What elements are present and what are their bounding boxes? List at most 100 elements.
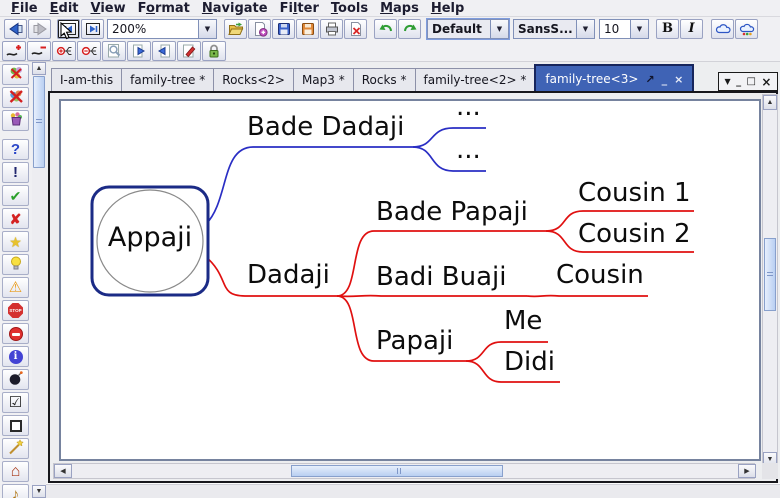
tab-rocks-2[interactable]: Rocks<2> — [213, 68, 294, 92]
menu-help[interactable]: Help — [425, 1, 470, 16]
node-dots-1[interactable]: ... — [456, 99, 481, 121]
new-child-node-button[interactable] — [2, 41, 26, 61]
tab-i-am-this[interactable]: I-am-this — [51, 68, 122, 92]
menu-navigate[interactable]: Navigate — [196, 1, 274, 16]
sidebar-remove-all-icons-button[interactable] — [2, 87, 29, 108]
map-canvas[interactable]: Appaji Bade Dadaji ... ... Dadaji Bade P… — [59, 99, 761, 461]
unfold-all-button[interactable] — [52, 41, 76, 61]
save-as-button[interactable] — [296, 19, 319, 39]
horizontal-scrollbar[interactable]: ◀ ▶ — [53, 463, 755, 479]
node-bade-dadaji[interactable]: Bade Dadaji — [247, 114, 404, 141]
cloud-color-button[interactable] — [735, 19, 758, 39]
edit-long-node-button[interactable] — [177, 41, 201, 61]
forward-node-button[interactable] — [127, 41, 151, 61]
style-dropdown-arrow[interactable]: ▼ — [490, 20, 508, 38]
cloud-button[interactable] — [711, 19, 734, 39]
font-size-combobox[interactable]: 10 ▼ — [599, 19, 649, 39]
menu-file[interactable]: File — [5, 1, 44, 16]
sidebar-star-button[interactable]: ★ — [2, 231, 29, 252]
frame-minimize-icon[interactable]: _ — [736, 77, 741, 87]
tab-family-tree-3-active[interactable]: family-tree<3> ↗ _ × — [534, 64, 694, 92]
menu-tools[interactable]: Tools — [325, 1, 374, 16]
sidebar-help-button[interactable]: ? — [2, 139, 29, 160]
lock-button[interactable] — [202, 41, 226, 61]
menu-maps[interactable]: Maps — [374, 1, 425, 16]
back-button[interactable] — [4, 19, 27, 39]
print-button[interactable] — [320, 19, 343, 39]
zoom-dropdown-arrow[interactable]: ▼ — [198, 20, 216, 38]
zoom-value[interactable]: 200% — [108, 20, 198, 38]
sidebar-stop-button[interactable]: STOP — [2, 300, 29, 321]
font-family-combobox[interactable]: SansS... ▼ — [513, 19, 595, 39]
menu-format[interactable]: Format — [132, 1, 196, 16]
close-map-button[interactable] — [344, 19, 367, 39]
node-me[interactable]: Me — [504, 308, 542, 335]
font-size-value[interactable]: 10 — [600, 20, 630, 38]
sidebar-scroll-down-arrow[interactable]: ▼ — [32, 485, 46, 498]
zoom-combobox[interactable]: 200% ▼ — [107, 19, 217, 39]
tab-close-icon[interactable]: × — [674, 74, 683, 85]
horizontal-scrollbar-thumb[interactable] — [291, 465, 503, 477]
redo-button[interactable] — [398, 19, 421, 39]
sidebar-home-button[interactable]: ⌂ — [2, 461, 29, 482]
style-value[interactable]: Default — [428, 20, 490, 38]
node-appaji[interactable]: Appaji — [92, 224, 208, 252]
font-family-value[interactable]: SansS... — [514, 20, 576, 38]
sidebar-exclamation-button[interactable]: ! — [2, 162, 29, 183]
next-map-button[interactable] — [81, 19, 104, 39]
sidebar-warning-button[interactable]: ⚠ — [2, 277, 29, 298]
frame-close-icon[interactable]: × — [761, 76, 771, 88]
fold-all-button[interactable] — [77, 41, 101, 61]
sidebar-remove-last-icon-button[interactable] — [2, 64, 29, 85]
sidebar-music-button[interactable]: ♪ — [2, 484, 29, 498]
tab-rocks[interactable]: Rocks * — [353, 68, 416, 92]
italic-button[interactable]: I — [680, 19, 703, 39]
previous-map-button[interactable] — [57, 19, 80, 39]
sidebar-idea-button[interactable] — [2, 254, 29, 275]
sidebar-forbidden-button[interactable] — [2, 323, 29, 344]
frame-maximize-icon[interactable]: □ — [747, 77, 756, 87]
sidebar-ok-button[interactable]: ✔ — [2, 185, 29, 206]
tab-map3[interactable]: Map3 * — [293, 68, 354, 92]
node-dadaji[interactable]: Dadaji — [247, 262, 330, 289]
forward-button[interactable] — [28, 19, 51, 39]
find-button[interactable] — [102, 41, 126, 61]
node-papaji[interactable]: Papaji — [376, 328, 453, 355]
sidebar-scroll-up-arrow[interactable]: ▲ — [32, 62, 46, 75]
frame-menu-icon[interactable]: ▼ — [724, 78, 730, 86]
scroll-right-arrow[interactable]: ▶ — [738, 464, 756, 478]
delete-node-button[interactable] — [27, 41, 51, 61]
sidebar-scrollbar-thumb[interactable] — [33, 76, 45, 168]
sidebar-trash-button[interactable] — [2, 110, 29, 131]
backward-node-button[interactable] — [152, 41, 176, 61]
node-cousin-1[interactable]: Cousin 1 — [578, 180, 691, 207]
tab-float-icon[interactable]: ↗ — [645, 74, 654, 85]
sidebar-bomb-button[interactable] — [2, 369, 29, 390]
node-cousin[interactable]: Cousin — [556, 262, 644, 289]
menu-edit[interactable]: Edit — [44, 1, 85, 16]
sidebar-scrollbar[interactable]: ▲ ▼ — [32, 62, 46, 498]
sidebar-cancel-button[interactable]: ✘ — [2, 208, 29, 229]
bold-button[interactable]: B — [656, 19, 679, 39]
tab-family-tree[interactable]: family-tree * — [121, 68, 214, 92]
new-map-button[interactable] — [248, 19, 271, 39]
size-dropdown-arrow[interactable]: ▼ — [630, 20, 648, 38]
node-cousin-2[interactable]: Cousin 2 — [578, 221, 691, 248]
vertical-scrollbar[interactable]: ▲ ▼ — [762, 94, 778, 468]
save-map-button[interactable] — [272, 19, 295, 39]
node-bade-papaji[interactable]: Bade Papaji — [376, 199, 528, 226]
sidebar-checked-button[interactable]: ☑ — [2, 392, 29, 413]
sidebar-info-button[interactable]: i — [2, 346, 29, 367]
node-badi-buaji[interactable]: Badi Buaji — [376, 264, 506, 291]
sidebar-unchecked-button[interactable] — [2, 415, 29, 436]
node-dots-2[interactable]: ... — [456, 137, 481, 164]
font-dropdown-arrow[interactable]: ▼ — [576, 20, 594, 38]
menu-view[interactable]: View — [85, 1, 132, 16]
scroll-left-arrow[interactable]: ◀ — [54, 464, 72, 478]
tab-minimize-icon[interactable]: _ — [662, 74, 668, 85]
vertical-scrollbar-thumb[interactable] — [764, 238, 776, 311]
style-combobox[interactable]: Default ▼ — [427, 19, 509, 39]
open-map-button[interactable] — [224, 19, 247, 39]
tab-family-tree-2[interactable]: family-tree<2> * — [415, 68, 536, 92]
menu-filter[interactable]: Filter — [274, 1, 325, 16]
